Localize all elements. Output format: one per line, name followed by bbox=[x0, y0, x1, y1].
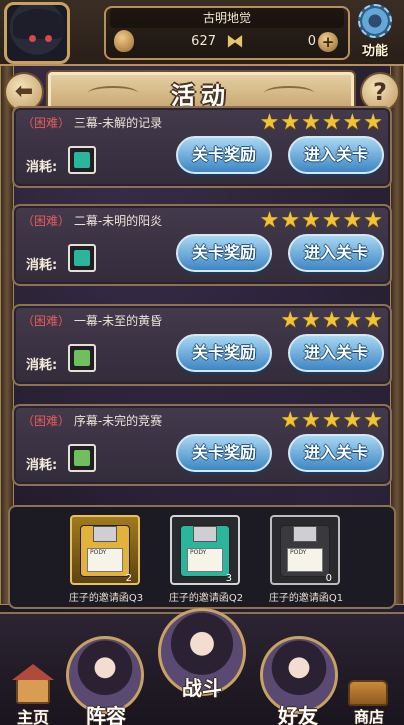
stage-card: （困难） 序幕-未完的竞赛 ★★★★★ 消耗: 关卡奖励 进入关卡 bbox=[12, 404, 392, 486]
butterfly-icon: ⧓ bbox=[226, 31, 244, 52]
star-rating: ★★★★★ bbox=[280, 308, 384, 333]
floppy-shutter bbox=[193, 526, 217, 542]
player-name: 古明地觉 bbox=[110, 8, 344, 28]
currency-amount: 627 bbox=[191, 34, 216, 49]
nav-friends-label[interactable]: 好友 bbox=[268, 700, 328, 725]
floppy-disk-icon bbox=[74, 152, 90, 168]
stage-reward-button[interactable]: 关卡奖励 bbox=[176, 334, 272, 372]
stage-reward-button[interactable]: 关卡奖励 bbox=[176, 234, 272, 272]
star-rating: ★★★★★★ bbox=[259, 208, 384, 233]
stage-name: 一幕-未至的黄昏 bbox=[73, 314, 163, 328]
enter-stage-button[interactable]: 进入关卡 bbox=[288, 334, 384, 372]
stage-difficulty: （困难） bbox=[22, 414, 71, 428]
nav-lineup-label[interactable]: 阵容 bbox=[76, 700, 136, 725]
cost-label: 消耗: bbox=[26, 160, 58, 175]
item-frame: PODY 2 bbox=[70, 515, 140, 585]
floppy-disk-icon bbox=[74, 250, 90, 266]
floppy-label: PODY bbox=[87, 548, 123, 572]
star-rating: ★★★★★★ bbox=[259, 110, 384, 135]
stage-difficulty: （困难） bbox=[22, 214, 71, 228]
function-button[interactable]: 功能 bbox=[352, 4, 398, 60]
cost-item bbox=[68, 244, 96, 272]
item-name: 庄子的邀请函Q3 bbox=[68, 593, 144, 604]
item-tray: PODY 2 庄子的邀请函Q3 PODY 3 庄子的邀请函Q2 PODY 0 庄… bbox=[8, 505, 396, 609]
item-frame: PODY 3 bbox=[170, 515, 240, 585]
cost-item bbox=[68, 146, 96, 174]
nav-battle-label[interactable]: 战斗 bbox=[172, 672, 232, 701]
enter-stage-button[interactable]: 进入关卡 bbox=[288, 434, 384, 472]
stage-name: 二幕-未明的阳炎 bbox=[73, 214, 163, 228]
back-arrow-icon: ⬅ bbox=[14, 79, 34, 104]
floppy-label: PODY bbox=[187, 548, 223, 572]
nav-shop-label[interactable]: 商店 bbox=[346, 706, 392, 725]
help-icon: ? bbox=[373, 78, 387, 106]
cost-label: 消耗: bbox=[26, 358, 58, 373]
floppy-disk-icon bbox=[74, 450, 90, 466]
coin-bag-icon bbox=[114, 30, 134, 52]
stage-title: （困难） 序幕-未完的竞赛 bbox=[22, 412, 162, 429]
star-rating: ★★★★★ bbox=[280, 408, 384, 433]
cost-item bbox=[68, 444, 96, 472]
stage-card: （困难） 二幕-未明的阳炎 ★★★★★★ 消耗: 关卡奖励 进入关卡 bbox=[12, 204, 392, 286]
avatar-hair bbox=[13, 9, 65, 39]
avatar-eye bbox=[45, 35, 52, 42]
stage-name: 三幕-未解的记录 bbox=[73, 116, 163, 130]
function-label: 功能 bbox=[361, 44, 388, 59]
floppy-disk-icon: PODY bbox=[180, 525, 230, 577]
item-name: 庄子的邀请函Q2 bbox=[168, 593, 244, 604]
enter-stage-button[interactable]: 进入关卡 bbox=[288, 234, 384, 272]
stage-name: 序幕-未完的竞赛 bbox=[73, 414, 163, 428]
stage-title: （困难） 一幕-未至的黄昏 bbox=[22, 312, 162, 329]
floppy-shutter bbox=[293, 526, 317, 542]
item-count: 0 bbox=[325, 573, 332, 584]
stage-difficulty: （困难） bbox=[22, 314, 71, 328]
nav-home-label[interactable]: 主页 bbox=[10, 704, 56, 725]
item-count: 2 bbox=[125, 573, 132, 584]
inventory-item[interactable]: PODY 3 庄子的邀请函Q2 bbox=[169, 515, 243, 607]
floppy-disk-icon bbox=[74, 350, 90, 366]
cost-label: 消耗: bbox=[26, 258, 58, 273]
add-currency-button[interactable]: + bbox=[318, 32, 338, 52]
item-count: 3 bbox=[225, 573, 232, 584]
cost-item bbox=[68, 344, 96, 372]
stage-reward-button[interactable]: 关卡奖励 bbox=[176, 136, 272, 174]
item-frame: PODY 0 bbox=[270, 515, 340, 585]
item-name: 庄子的邀请函Q1 bbox=[268, 593, 344, 604]
floppy-disk-icon: PODY bbox=[280, 525, 330, 577]
enter-stage-button[interactable]: 进入关卡 bbox=[288, 136, 384, 174]
stage-difficulty: （困难） bbox=[22, 116, 71, 130]
shop-icon[interactable] bbox=[348, 680, 388, 706]
stage-card: （困难） 三幕-未解的记录 ★★★★★★ 消耗: 关卡奖励 进入关卡 bbox=[12, 106, 392, 188]
floppy-shutter bbox=[93, 526, 117, 542]
stage-title: （困难） 二幕-未明的阳炎 bbox=[22, 212, 162, 229]
floppy-disk-icon: PODY bbox=[80, 525, 130, 577]
floppy-label: PODY bbox=[287, 548, 323, 572]
stage-reward-button[interactable]: 关卡奖励 bbox=[176, 434, 272, 472]
gear-icon bbox=[358, 4, 392, 38]
inventory-item[interactable]: PODY 2 庄子的邀请函Q3 bbox=[69, 515, 143, 607]
stage-card: （困难） 一幕-未至的黄昏 ★★★★★ 消耗: 关卡奖励 进入关卡 bbox=[12, 304, 392, 386]
stage-title: （困难） 三幕-未解的记录 bbox=[22, 114, 162, 131]
inventory-item[interactable]: PODY 0 庄子的邀请函Q1 bbox=[269, 515, 343, 607]
player-avatar[interactable] bbox=[4, 2, 70, 64]
home-icon[interactable] bbox=[12, 664, 54, 704]
cost-label: 消耗: bbox=[26, 458, 58, 473]
secondary-amount: 0 bbox=[307, 34, 316, 49]
avatar-eye bbox=[29, 35, 36, 42]
